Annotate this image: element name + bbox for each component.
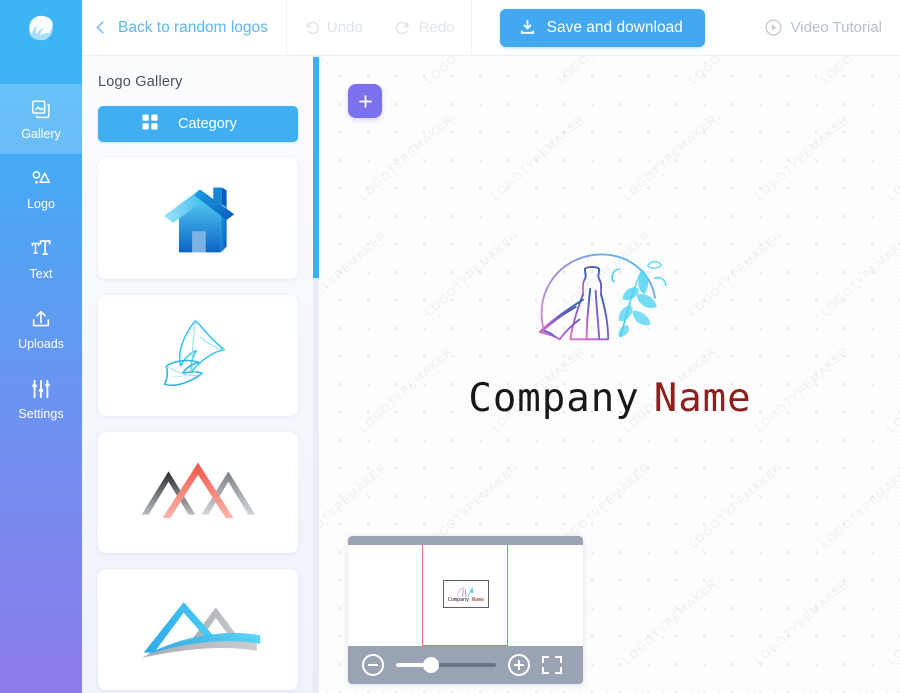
watermark-text: LOGOTYPEMAKER <box>621 577 720 667</box>
redo-button[interactable]: Redo <box>379 0 471 56</box>
category-button[interactable]: Category <box>98 106 298 142</box>
mountain-peaks-logo-icon <box>141 462 256 518</box>
category-label: Category <box>178 116 237 132</box>
logo-gallery-panel: Logo Gallery Category <box>82 56 314 693</box>
watermark-text: LOGOTYPEMAKER <box>753 577 852 667</box>
minimap-thumb-text-part2: Name <box>472 596 485 603</box>
undo-button[interactable]: Undo <box>287 0 379 56</box>
gallery-card-house[interactable] <box>98 158 298 279</box>
images-icon <box>30 98 52 120</box>
watermark-text: LOGOTYPEMAKER <box>885 577 900 667</box>
watermark-text: LOGOTYPEMAKER <box>320 56 390 87</box>
fit-corner-br-icon <box>555 667 562 674</box>
swirl-logo-icon <box>29 15 53 40</box>
brand-logo[interactable] <box>0 0 82 56</box>
toolbar-divider-2 <box>470 0 472 56</box>
watermark-text: LOGOTYPEMAKER <box>556 56 654 87</box>
undo-icon <box>306 21 319 35</box>
fit-corner-tl-icon <box>542 656 549 663</box>
back-to-random-logos-link[interactable]: Back to random logos <box>82 0 286 56</box>
watermark-text: LOGOTYPEMAKER <box>320 577 324 667</box>
gallery-title: Logo Gallery <box>98 74 183 90</box>
sidebar-item-label: Gallery <box>21 126 61 141</box>
minimap-toolbar <box>348 646 583 684</box>
sidebar-item-label: Text <box>29 266 53 281</box>
minimap-thumb-text: Company Name <box>447 596 485 603</box>
undo-label: Undo <box>326 19 363 36</box>
wedding-dress-logo-icon <box>538 253 667 341</box>
watermark-text: LOGOTYPEMAKER <box>320 113 324 203</box>
house-logo-icon <box>163 187 235 252</box>
zoom-slider-handle[interactable] <box>423 657 439 673</box>
sidebar-item-uploads[interactable]: Uploads <box>0 294 82 364</box>
sidebar-item-label: Settings <box>18 406 64 421</box>
watermark-text: LOGOTYPEMAKER <box>885 113 900 203</box>
minimap-artwork-thumbnail: Company Name <box>443 580 489 608</box>
gallery-card-mountain-swoosh[interactable] <box>98 569 298 690</box>
add-element-button[interactable] <box>348 84 382 118</box>
video-tutorial-button[interactable]: Video Tutorial <box>754 18 892 37</box>
download-icon <box>520 19 534 34</box>
play-circle-icon <box>764 19 782 36</box>
zoom-in-button[interactable] <box>508 654 530 676</box>
logo-artwork[interactable]: Company Name <box>320 242 900 421</box>
watermark-text: LOGOTYPEMAKER <box>688 56 786 87</box>
fit-to-screen-button[interactable] <box>542 656 562 674</box>
gallery-scrollbar-thumb[interactable] <box>313 57 319 278</box>
save-button-label: Save and download <box>546 18 683 36</box>
grid-icon <box>142 114 158 135</box>
shapes-icon <box>30 168 52 190</box>
zoom-slider[interactable] <box>396 657 496 673</box>
leaf-outline-logo-icon <box>163 319 226 386</box>
minimap-panel: Company Name <box>348 536 583 684</box>
watermark-text: LOGOTYPEMAKER <box>424 56 522 87</box>
video-tutorial-label: Video Tutorial <box>790 19 882 36</box>
watermark-text: LOGOTYPEMAKER <box>753 113 852 203</box>
watermark-text: LOGOTYPEMAKER <box>621 113 720 203</box>
sidebar-item-logo[interactable]: Logo <box>0 154 82 224</box>
watermark-text: LOGOTYPEMAKER <box>819 461 900 551</box>
gallery-card-leaf[interactable] <box>98 295 298 416</box>
chevron-left-icon <box>96 21 109 34</box>
sidebar-item-settings[interactable]: Settings <box>0 364 82 434</box>
sidebar-item-gallery[interactable]: Gallery <box>0 84 82 154</box>
save-and-download-button[interactable]: Save and download <box>499 8 705 47</box>
minimap-drag-handle[interactable] <box>348 536 583 545</box>
left-sidebar: Gallery Logo Text Uploads Settings <box>0 56 82 693</box>
watermark-text: LOGOTYPEMAKER <box>357 113 456 203</box>
watermark-text: LOGOTYPEMAKER <box>820 56 900 87</box>
sliders-icon <box>30 378 52 400</box>
upload-icon <box>30 308 52 330</box>
fit-corner-bl-icon <box>542 667 549 674</box>
redo-label: Redo <box>418 19 455 36</box>
top-toolbar: Back to random logos Undo Redo Save and … <box>0 0 900 56</box>
logo-editor-app: Back to random logos Undo Redo Save and … <box>0 0 900 693</box>
zoom-out-button[interactable] <box>362 654 384 676</box>
text-size-icon <box>30 238 52 260</box>
company-name-text[interactable]: Company Name <box>468 376 751 421</box>
minimap-body[interactable]: Company Name <box>348 545 583 646</box>
sidebar-item-label: Uploads <box>18 336 64 351</box>
gallery-card-mountain-peaks[interactable] <box>98 432 298 553</box>
sidebar-item-text[interactable]: Text <box>0 224 82 294</box>
minimap-thumb-text-part1: Company <box>447 596 469 603</box>
sidebar-item-label: Logo <box>27 196 55 211</box>
company-name-part2: Name <box>653 376 752 421</box>
back-link-label: Back to random logos <box>118 18 268 36</box>
fit-corner-tr-icon <box>555 656 562 663</box>
watermark-text: LOGOTYPEMAKER <box>489 113 588 203</box>
mountain-swoosh-logo-icon <box>141 601 260 658</box>
redo-icon <box>395 21 409 35</box>
company-name-part1: Company <box>468 376 640 421</box>
watermark-text: LOGOTYPEMAKER <box>687 461 786 551</box>
plus-icon <box>358 94 372 108</box>
